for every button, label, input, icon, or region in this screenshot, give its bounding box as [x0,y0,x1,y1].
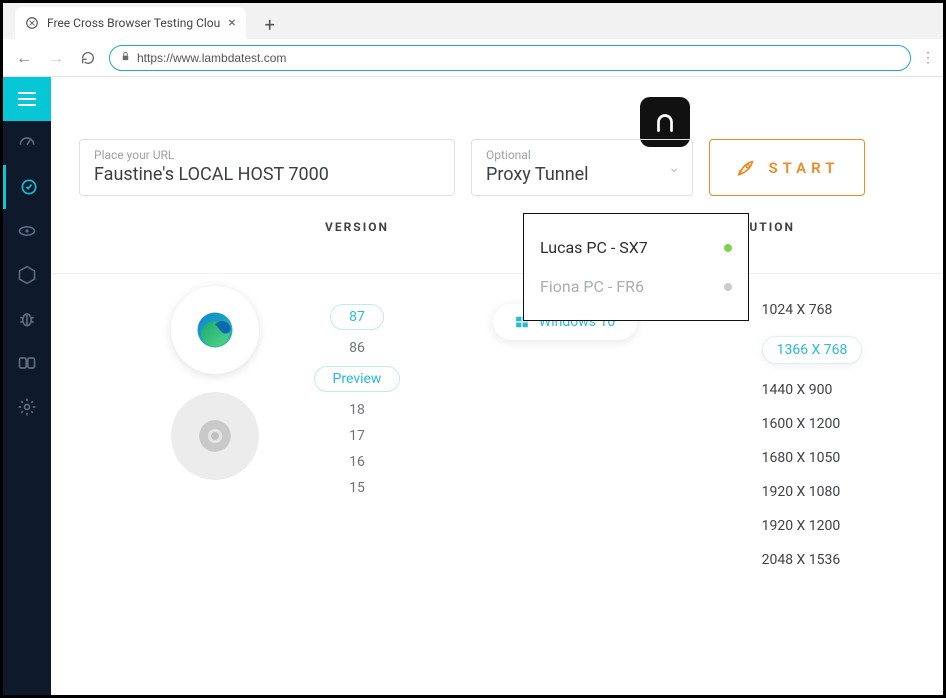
lambdatest-favicon-icon [25,16,39,30]
sidebar-item-settings[interactable] [3,385,51,429]
chrome-icon [196,417,234,455]
version-list: 87 86 Preview 18 17 16 15 [314,304,401,496]
tunnel-icon [652,109,678,135]
url-value: Faustine's LOCAL HOST 7000 [94,164,440,185]
tunnel-option[interactable]: Lucas PC - SX7 [540,228,732,267]
sidebar-item-bug[interactable] [3,297,51,341]
status-dot-online-icon [724,244,732,252]
resolution-list: 1024 X 768 1366 X 768 1440 X 900 1600 X … [744,302,863,568]
resolution-option[interactable]: 2048 X 1536 [762,552,841,568]
browser-menu-button[interactable]: ⋮ [921,50,933,66]
browser-list [155,286,275,480]
lock-icon [120,51,131,65]
start-label: START [769,159,840,177]
close-tab-icon[interactable]: × [228,15,235,31]
content-row: Place your URL Faustine's LOCAL HOST 700… [3,77,943,695]
address-input[interactable] [137,51,900,65]
resolution-option[interactable]: 1600 X 1200 [762,416,841,432]
version-option[interactable]: 86 [349,340,365,356]
selector-columns: VERSION [51,220,946,568]
address-input-wrap[interactable] [109,45,911,71]
tunnel-dropdown: Lucas PC - SX7 Fiona PC - FR6 [523,213,749,321]
resolution-option[interactable]: 1920 X 1200 [762,518,841,534]
version-option[interactable]: 15 [349,480,365,496]
proxy-placeholder: Optional [486,148,678,162]
proxy-value: Proxy Tunnel [486,164,678,185]
sidebar-toggle-button[interactable] [3,77,51,121]
version-header: VERSION [135,220,389,238]
rocket-icon [735,157,757,179]
sidebar-item-integrations[interactable] [3,341,51,385]
chevron-down-icon: ⌄ [668,160,680,176]
edge-icon [194,309,236,351]
version-option[interactable]: 16 [349,454,365,470]
new-tab-button[interactable]: + [256,11,284,39]
resolution-option[interactable]: 1024 X 768 [762,302,833,318]
url-placeholder: Place your URL [94,148,440,162]
forward-button[interactable]: → [45,47,67,69]
version-option[interactable]: 17 [349,428,365,444]
top-row: Place your URL Faustine's LOCAL HOST 700… [51,77,946,220]
proxy-tunnel-select[interactable]: Optional Proxy Tunnel ⌄ [471,139,693,196]
resolution-option-selected[interactable]: 1366 X 768 [762,336,863,364]
version-option-preview[interactable]: Preview [314,366,401,392]
tunnel-option[interactable]: Fiona PC - FR6 [540,267,732,306]
start-button[interactable]: START [709,139,865,196]
sidebar-item-automation[interactable] [3,253,51,297]
back-button[interactable]: ← [13,47,35,69]
browser-address-bar: ← → ⋮ [3,39,943,77]
sidebar [3,77,51,695]
sidebar-item-dashboard[interactable] [3,121,51,165]
tunnel-option-label: Fiona PC - FR6 [540,277,644,296]
version-column: VERSION [79,220,445,568]
resolution-option[interactable]: 1680 X 1050 [762,450,841,466]
version-option[interactable]: 18 [349,402,365,418]
browser-chrome[interactable] [171,392,259,480]
resolution-option[interactable]: 1920 X 1080 [762,484,841,500]
window-frame: Free Cross Browser Testing Clou × + ← → … [0,0,946,698]
main-area: Place your URL Faustine's LOCAL HOST 700… [51,77,946,695]
reload-button[interactable] [77,47,99,69]
version-option-selected[interactable]: 87 [330,304,384,330]
browser-edge[interactable] [171,286,259,374]
sidebar-item-realtime[interactable] [3,165,51,209]
browser-tab-title: Free Cross Browser Testing Clou [47,16,220,30]
sidebar-item-visual[interactable] [3,209,51,253]
resolution-option[interactable]: 1440 X 900 [762,382,833,398]
url-input[interactable]: Place your URL Faustine's LOCAL HOST 700… [79,139,455,196]
status-dot-offline-icon [724,283,732,291]
browser-tab[interactable]: Free Cross Browser Testing Clou × [15,7,246,39]
tunnel-option-label: Lucas PC - SX7 [540,238,648,257]
browser-tab-bar: Free Cross Browser Testing Clou × + [3,3,943,39]
